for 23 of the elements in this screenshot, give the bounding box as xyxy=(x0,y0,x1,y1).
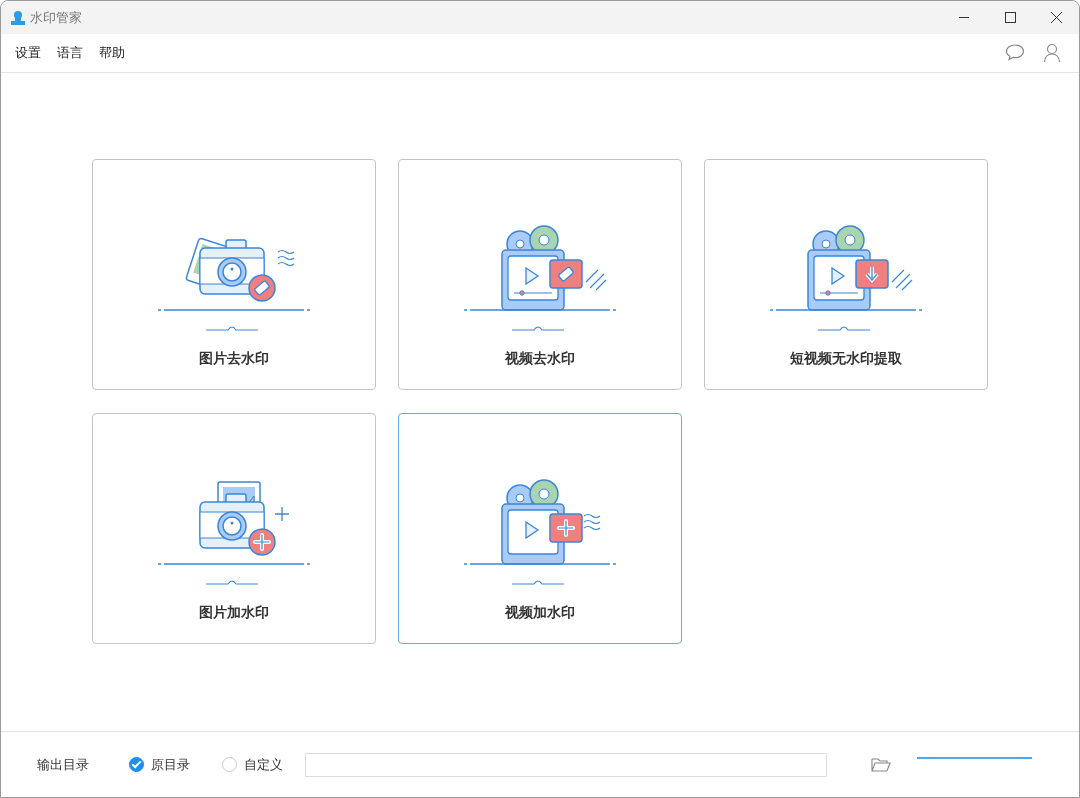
card-label: 图片去水印 xyxy=(199,350,269,368)
output-label: 输出目录 xyxy=(37,755,89,774)
feature-card[interactable]: 短视频无水印提取 xyxy=(704,159,988,390)
app-logo-icon xyxy=(10,9,26,26)
menu-item[interactable]: 语言 xyxy=(57,44,83,62)
card-label: 短视频无水印提取 xyxy=(790,350,902,368)
window-title: 水印管家 xyxy=(30,8,82,27)
feature-card[interactable]: 视频加水印 xyxy=(398,413,682,644)
card-label: 视频去水印 xyxy=(505,350,575,368)
radio-option[interactable]: 原目录 xyxy=(129,755,190,774)
feature-card[interactable]: 视频去水印 xyxy=(398,159,682,390)
card-label: 视频加水印 xyxy=(505,604,575,622)
card-label: 图片加水印 xyxy=(199,604,269,622)
feature-card[interactable]: 图片加水印 xyxy=(92,413,376,644)
folder-icon[interactable] xyxy=(871,756,891,773)
radio-option[interactable]: 自定义 xyxy=(222,755,283,774)
chat-bubble-icon[interactable] xyxy=(1005,43,1025,61)
user-icon[interactable] xyxy=(1043,43,1061,63)
menu-item[interactable]: 帮助 xyxy=(99,44,125,62)
radio-icon[interactable] xyxy=(129,757,144,772)
feature-card[interactable]: 图片去水印 xyxy=(92,159,376,390)
menu-item[interactable]: 设置 xyxy=(15,44,41,62)
path-input-field[interactable] xyxy=(305,752,827,777)
